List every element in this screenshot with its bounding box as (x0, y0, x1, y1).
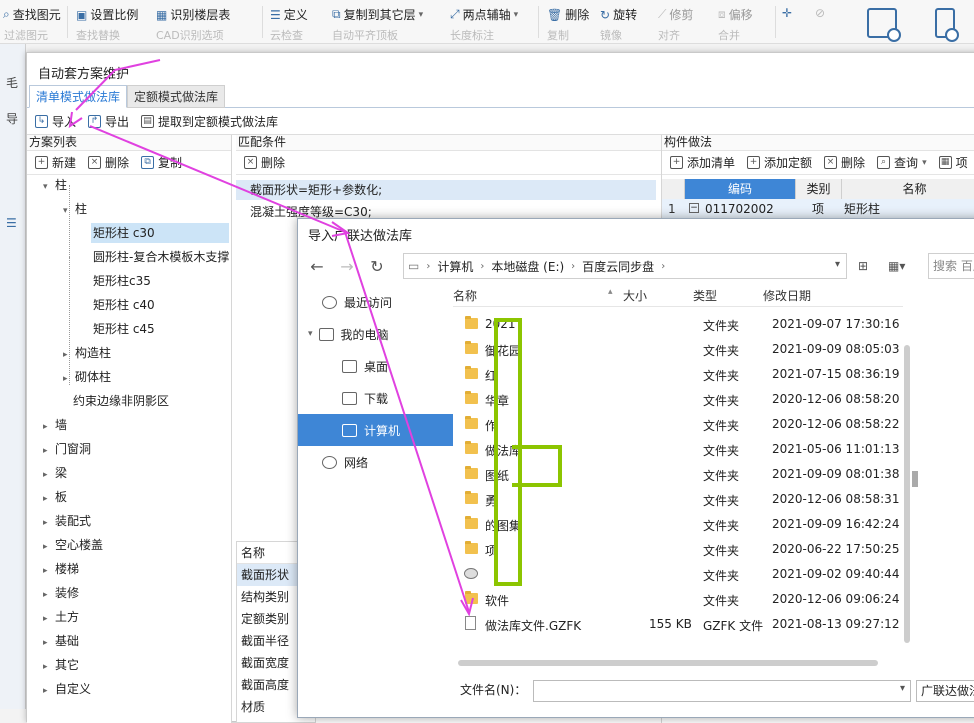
annotation-arrow (114, 59, 161, 71)
annotation-arrow (75, 69, 116, 111)
annotation-arrows (68, 59, 474, 617)
annotation-arrow (89, 125, 346, 233)
annotation-arrow (344, 231, 470, 613)
arrowhead-icon (68, 111, 83, 129)
